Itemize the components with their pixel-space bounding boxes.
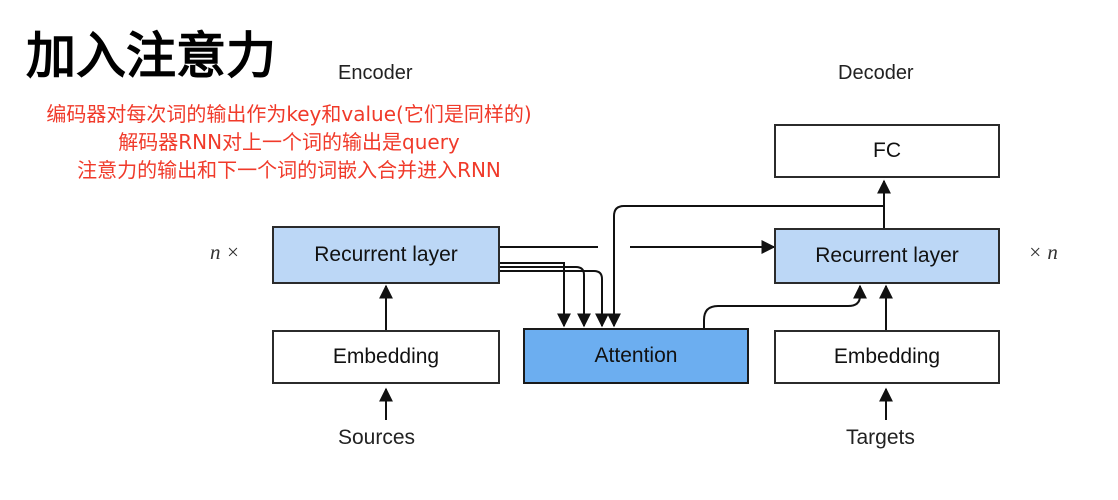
encoder-embedding-label: Embedding <box>332 345 440 368</box>
decoder-multiplier: × n <box>1028 240 1058 264</box>
attention-label: Attention <box>594 344 678 367</box>
attention-block: Attention <box>523 328 749 384</box>
decoder-recurrent-label: Recurrent layer <box>815 244 959 267</box>
targets-label: Targets <box>846 426 915 449</box>
arrow-attention-to-decoder <box>703 284 867 330</box>
decoder-fc: FC <box>774 124 1000 178</box>
decoder-embedding: Embedding <box>774 330 1000 384</box>
decoder-embedding-label: Embedding <box>833 345 941 368</box>
arrow-encoder-to-attention-2 <box>500 266 591 328</box>
fc-label: FC <box>873 139 901 162</box>
arrow-encoder-to-attention-1 <box>500 262 571 328</box>
arrow-encoder-to-attention-3 <box>500 270 609 328</box>
decoder-recurrent-layer: Recurrent layer <box>774 228 1000 284</box>
encoder-embedding: Embedding <box>272 330 500 384</box>
encoder-recurrent-layer: Recurrent layer <box>272 226 500 284</box>
sources-label: Sources <box>338 426 416 449</box>
encoder-multiplier: n × <box>210 240 240 264</box>
encoder-recurrent-label: Recurrent layer <box>314 243 458 266</box>
